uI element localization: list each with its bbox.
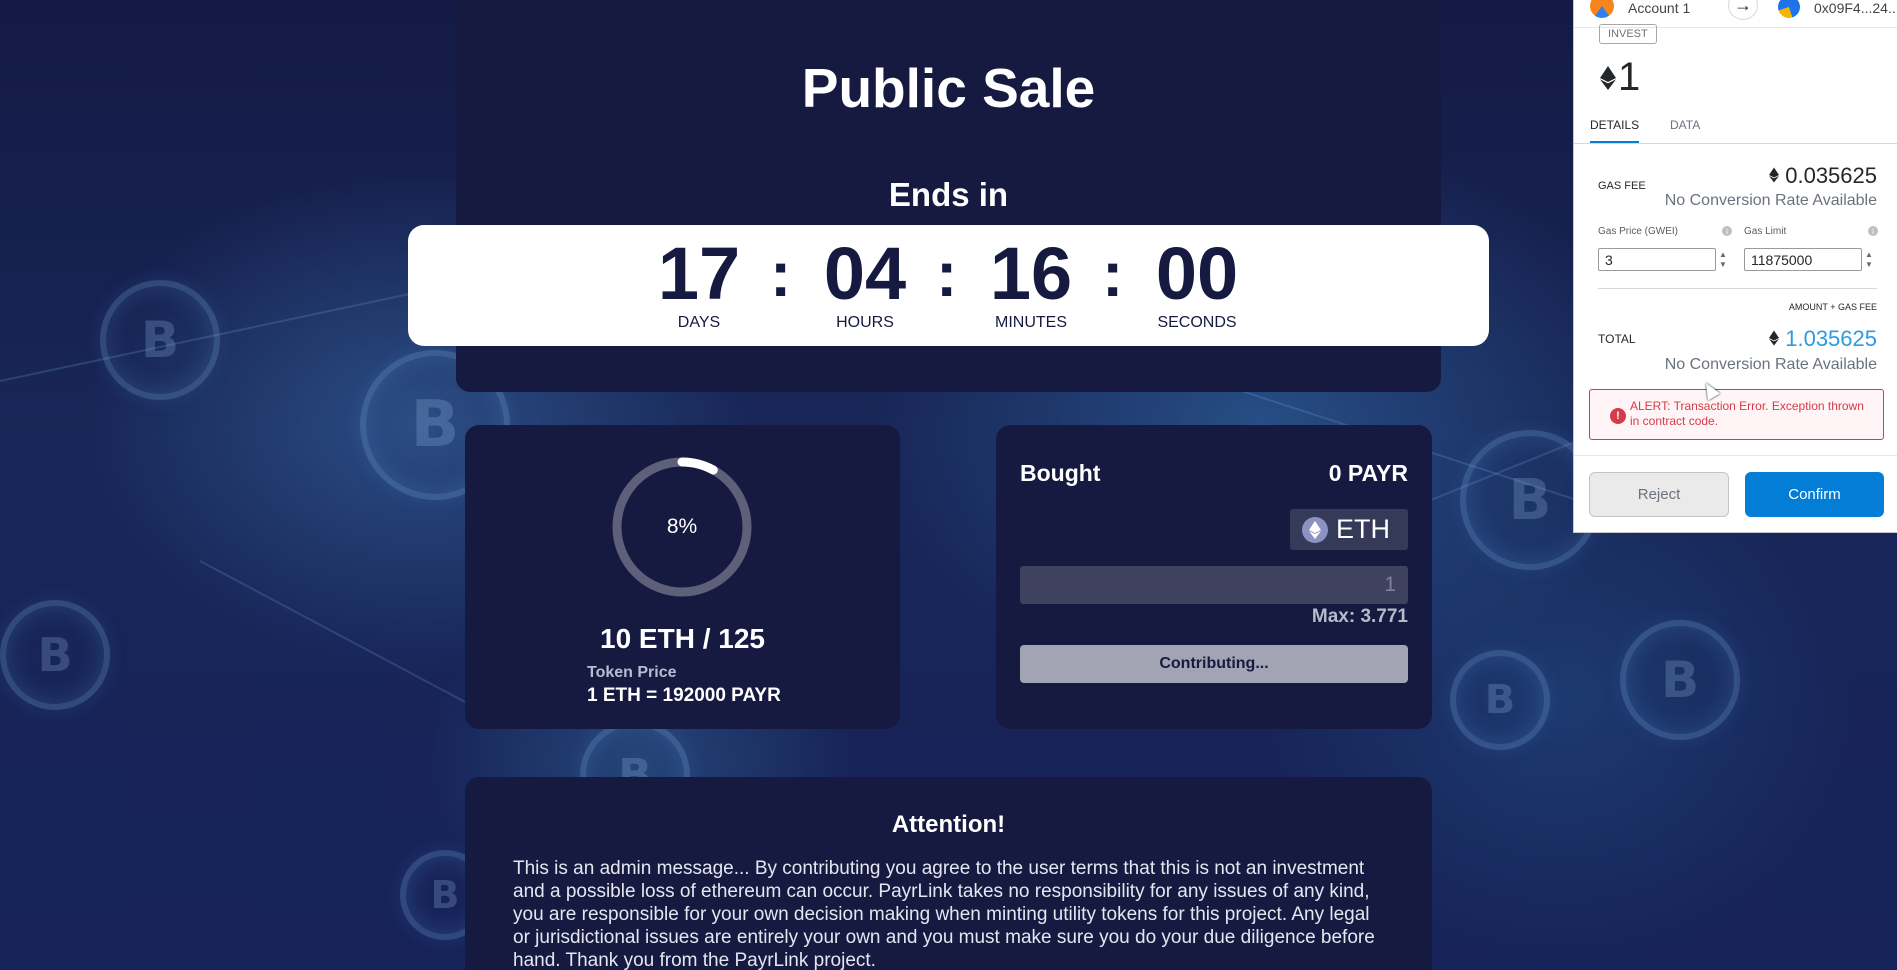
sale-progress-card: 8% 10 ETH / 125 Token Price 1 ETH = 1920… — [465, 425, 900, 729]
total-amount: 1.035625 — [1785, 326, 1877, 351]
gas-price-stepper[interactable]: ▲ ▼ — [1717, 248, 1729, 271]
divider — [1574, 455, 1897, 456]
total-label: TOTAL — [1598, 332, 1636, 346]
eth-icon — [1769, 330, 1780, 346]
minutes-label: MINUTES — [995, 314, 1067, 332]
minutes-value: 16 — [989, 232, 1073, 315]
total-conversion: No Conversion Rate Available — [1664, 356, 1877, 373]
amount-input[interactable] — [1020, 566, 1408, 604]
days-label: DAYS — [677, 314, 721, 332]
account-name[interactable]: Account 1 — [1628, 0, 1690, 16]
amount-value: 1 — [1618, 55, 1641, 99]
countdown-separator: : — [1102, 238, 1124, 310]
metamask-popup: Account 1 → 0x09F4...24... INVEST 1 DETA… — [1573, 0, 1897, 533]
bought-label: Bought — [1020, 460, 1101, 486]
contribute-card: Bought 0 PAYR ETH Max: 3.771 Contributin… — [996, 425, 1432, 729]
gas-price-input[interactable] — [1598, 248, 1716, 271]
gas-limit-input[interactable] — [1744, 248, 1862, 271]
bitcoin-decoration-icon: B — [1620, 620, 1740, 740]
gas-fee-conversion: No Conversion Rate Available — [1664, 192, 1877, 209]
countdown-days: 17 DAYS — [624, 233, 774, 332]
bitcoin-decoration-icon: B — [100, 280, 220, 400]
confirm-button[interactable]: Confirm — [1745, 472, 1884, 517]
method-badge: INVEST — [1599, 24, 1657, 44]
info-icon[interactable]: i — [1868, 226, 1878, 236]
account-avatar[interactable] — [1590, 0, 1614, 18]
network-line — [199, 560, 466, 703]
countdown-minutes: 16 MINUTES — [956, 233, 1106, 332]
countdown-seconds: 00 SECONDS — [1122, 233, 1272, 332]
recipient-avatar — [1778, 0, 1800, 18]
notice-text: This is an admin message... By contribut… — [513, 858, 1375, 970]
seconds-label: SECONDS — [1157, 314, 1237, 332]
eth-icon — [1769, 167, 1780, 183]
progress-percent: 8% — [666, 515, 698, 538]
gas-limit-stepper[interactable]: ▲ ▼ — [1863, 248, 1875, 271]
hours-value: 04 — [823, 232, 907, 315]
bought-value: 0 PAYR — [1328, 460, 1408, 486]
transaction-amount: 1 — [1600, 55, 1640, 100]
gas-fee-amount: 0.035625 — [1785, 163, 1877, 188]
seconds-value: 00 — [1155, 232, 1239, 315]
metamask-tabs: DETAILS DATA — [1574, 112, 1897, 144]
tab-data[interactable]: DATA — [1670, 118, 1700, 132]
countdown-separator: : — [936, 238, 958, 310]
max-amount-label: Max: 3.771 — [1311, 606, 1408, 627]
countdown-separator: : — [770, 238, 792, 310]
attention-notice: Attention! This is an admin message... B… — [465, 777, 1432, 970]
bitcoin-decoration-icon: B — [1450, 650, 1550, 750]
notice-title: Attention! — [891, 811, 1006, 838]
page-title: Public Sale — [801, 57, 1096, 119]
amount-plus-gas-label: AMOUNT + GAS FEE — [1788, 302, 1877, 312]
gas-fee-label: GAS FEE — [1598, 180, 1646, 192]
tab-details[interactable]: DETAILS — [1590, 118, 1640, 143]
reject-button[interactable]: Reject — [1589, 472, 1729, 517]
days-value: 17 — [657, 232, 741, 315]
bitcoin-decoration-icon: B — [0, 600, 110, 710]
divider — [1598, 288, 1877, 289]
info-icon[interactable]: i — [1722, 226, 1732, 236]
gas-fee-value: 0.035625 — [1769, 163, 1877, 189]
eth-icon — [1600, 65, 1616, 90]
transaction-error-alert: ! ALERT: Transaction Error. Exception th… — [1589, 389, 1884, 440]
network-line — [0, 284, 451, 382]
countdown-timer: 17 DAYS : 04 HOURS : 16 MINUTES : 00 SEC… — [408, 225, 1489, 346]
raised-amount: 10 ETH / 125 — [600, 623, 765, 654]
alert-icon: ! — [1610, 408, 1626, 424]
gas-limit-label: Gas Limit — [1744, 226, 1787, 237]
ends-in-label: Ends in — [888, 176, 1009, 213]
alert-text: ALERT: Transaction Error. Exception thro… — [1630, 399, 1864, 428]
total-value: 1.035625 — [1769, 326, 1877, 352]
contribute-button[interactable]: Contributing... — [1020, 645, 1408, 683]
gas-price-label: Gas Price (GWEI) — [1598, 226, 1679, 237]
currency-label: ETH — [1336, 514, 1390, 544]
hours-label: HOURS — [836, 314, 894, 332]
token-price-label: Token Price — [587, 664, 677, 681]
eth-icon — [1302, 516, 1328, 543]
token-price-value: 1 ETH = 192000 PAYR — [587, 685, 781, 706]
recipient-address[interactable]: 0x09F4...24... — [1814, 0, 1897, 16]
arrow-right-icon: → — [1728, 0, 1758, 20]
currency-select[interactable]: ETH — [1290, 509, 1408, 550]
countdown-hours: 04 HOURS — [790, 233, 940, 332]
